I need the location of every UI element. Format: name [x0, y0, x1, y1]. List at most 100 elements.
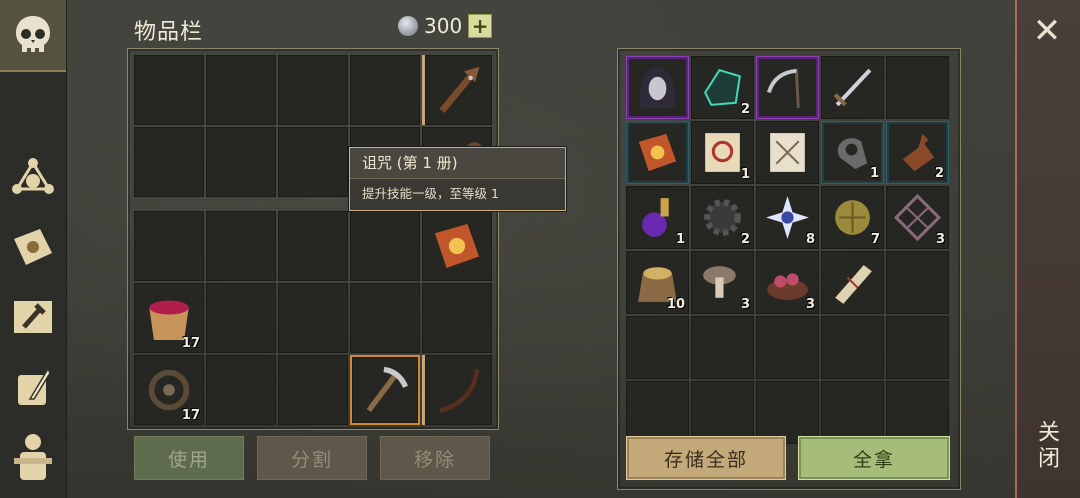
inventory-slot[interactable] — [756, 56, 819, 119]
close-icon[interactable]: ✕ — [1030, 14, 1064, 50]
inventory-slot[interactable]: 2 — [691, 186, 754, 249]
nav-quests-tab[interactable] — [8, 362, 58, 412]
inventory-slot[interactable] — [134, 211, 204, 281]
nav-skills-tab[interactable] — [8, 222, 58, 272]
inventory-slot[interactable]: 3 — [886, 186, 949, 249]
inventory-slot[interactable] — [278, 211, 348, 281]
item-count: 2 — [934, 166, 944, 181]
use-button[interactable]: 使用 — [134, 436, 244, 480]
inventory-slot[interactable] — [886, 381, 949, 444]
sun-book-icon — [14, 229, 52, 265]
item-count: 1 — [740, 167, 750, 182]
inventory-slot[interactable] — [626, 121, 689, 184]
inventory-slot[interactable] — [206, 211, 276, 281]
inventory-slot[interactable] — [821, 251, 884, 314]
inventory-slot[interactable]: 3 — [691, 251, 754, 314]
inventory-slot[interactable] — [422, 55, 492, 125]
scythe-icon — [763, 63, 812, 112]
inventory-slot[interactable]: 3 — [756, 251, 819, 314]
inventory-slot[interactable]: 2 — [886, 121, 949, 184]
take-all-button[interactable]: 全拿 — [798, 436, 950, 480]
item-count: 2 — [740, 232, 750, 247]
inventory-slot[interactable]: 1 — [691, 121, 754, 184]
inventory-slot[interactable] — [626, 381, 689, 444]
store-all-button[interactable]: 存储全部 — [626, 436, 786, 480]
hammer-map-icon — [14, 301, 52, 333]
inventory-slot[interactable] — [350, 55, 420, 125]
player-inventory-grid-bottom: 17 17 — [134, 211, 492, 425]
triangle-network-icon — [12, 158, 54, 194]
left-nav-rail — [0, 0, 67, 498]
spiked-club-icon — [431, 61, 486, 119]
inventory-slot[interactable] — [206, 55, 276, 125]
inventory-slot[interactable] — [422, 283, 492, 353]
currency-display: 300 + — [398, 14, 493, 38]
inventory-slot[interactable] — [350, 355, 420, 425]
inventory-slot[interactable]: 10 — [626, 251, 689, 314]
close-button[interactable]: 关闭 — [1034, 420, 1062, 472]
inventory-slot[interactable] — [821, 316, 884, 379]
sun-book-icon — [633, 128, 682, 177]
inventory-slot[interactable] — [206, 355, 276, 425]
currency-amount: 300 — [424, 14, 463, 38]
remove-button[interactable]: 移除 — [380, 436, 490, 480]
inventory-slot[interactable]: 7 — [821, 186, 884, 249]
inventory-slot[interactable] — [278, 127, 348, 197]
inventory-slot[interactable] — [626, 56, 689, 119]
character-body-icon — [14, 434, 52, 480]
inventory-slot[interactable] — [422, 211, 492, 281]
inventory-slot[interactable] — [886, 316, 949, 379]
parchment-roll-icon — [827, 257, 878, 308]
inventory-slot[interactable] — [350, 283, 420, 353]
inventory-slot[interactable] — [886, 251, 949, 314]
inventory-slot[interactable] — [691, 381, 754, 444]
inventory-slot[interactable] — [886, 56, 949, 119]
inventory-slot[interactable]: 1 — [821, 121, 884, 184]
container-grid: 2 1 1 2 1 2 8 7 3 10 3 3 — [626, 56, 949, 444]
inventory-slot[interactable] — [278, 55, 348, 125]
inventory-title: 物品栏 — [134, 20, 204, 45]
inventory-slot[interactable] — [350, 211, 420, 281]
inventory-slot[interactable] — [422, 355, 492, 425]
inventory-slot[interactable] — [821, 56, 884, 119]
item-count: 7 — [870, 232, 880, 247]
item-count: 1 — [675, 232, 685, 247]
nav-character-tab[interactable] — [8, 432, 58, 482]
pickaxe-icon — [358, 363, 412, 417]
nav-building-tab[interactable] — [8, 292, 58, 342]
inventory-slot[interactable] — [134, 55, 204, 125]
inventory-slot[interactable] — [821, 381, 884, 444]
inventory-slot[interactable] — [278, 283, 348, 353]
inventory-slot[interactable]: 1 — [626, 186, 689, 249]
inventory-slot[interactable]: 2 — [691, 56, 754, 119]
map-scroll-icon — [762, 127, 813, 178]
inventory-slot[interactable] — [756, 381, 819, 444]
inventory-slot[interactable] — [756, 316, 819, 379]
sun-book-icon — [428, 217, 486, 275]
item-count: 17 — [181, 336, 200, 351]
inventory-slot[interactable]: 17 — [134, 283, 204, 353]
inventory-slot[interactable]: 17 — [134, 355, 204, 425]
nav-crafting-tab[interactable] — [8, 152, 58, 202]
nav-skull-tab[interactable] — [0, 0, 66, 72]
tooltip-description: 提升技能一级，至等级 1 — [362, 186, 499, 201]
inventory-slot[interactable] — [134, 127, 204, 197]
bow-icon — [431, 361, 486, 419]
quill-scroll-icon — [18, 367, 51, 405]
inventory-slot[interactable] — [626, 316, 689, 379]
item-count: 3 — [805, 297, 815, 312]
inventory-slot[interactable] — [206, 127, 276, 197]
tooltip-title: 诅咒 (第 1 册) — [350, 148, 565, 179]
item-tooltip: 诅咒 (第 1 册) 提升技能一级，至等级 1 — [349, 147, 566, 211]
item-count: 8 — [805, 232, 815, 247]
inventory-slot[interactable] — [278, 355, 348, 425]
inventory-slot[interactable] — [756, 121, 819, 184]
inventory-slot[interactable] — [691, 316, 754, 379]
item-count: 3 — [935, 232, 945, 247]
item-count: 17 — [181, 408, 200, 423]
add-currency-button[interactable]: + — [468, 14, 493, 38]
inventory-slot[interactable]: 8 — [756, 186, 819, 249]
inventory-slot[interactable] — [206, 283, 276, 353]
split-button[interactable]: 分割 — [257, 436, 367, 480]
item-count: 10 — [666, 297, 685, 312]
